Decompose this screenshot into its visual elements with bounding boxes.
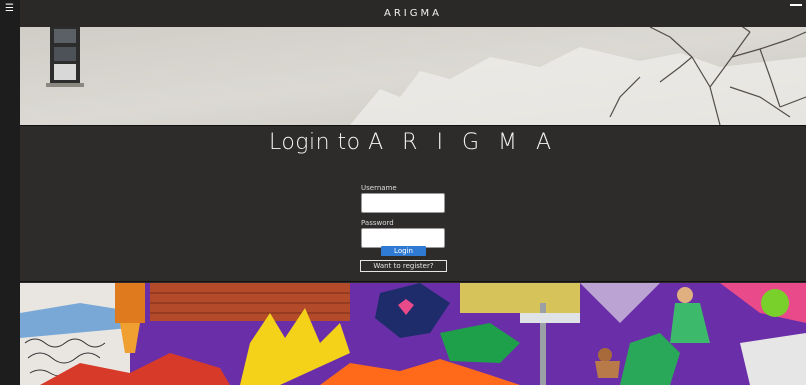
main-content: ARIGMA Login to A R I G M A Username Pas… <box>20 0 806 385</box>
minimize-icon[interactable] <box>790 4 802 7</box>
login-form: Username Password Login Want to register… <box>360 183 449 272</box>
password-input[interactable] <box>361 228 445 248</box>
username-input[interactable] <box>361 193 445 213</box>
hamburger-icon[interactable]: ☰ <box>5 4 15 14</box>
login-heading-brand: A R I G M A <box>368 130 558 155</box>
hero-wall-illustration <box>20 27 806 125</box>
login-heading-prefix: Login to <box>268 130 361 155</box>
register-button[interactable]: Want to register? <box>360 260 447 272</box>
login-heading: Login to A R I G M A <box>20 130 806 155</box>
brand-title: ARIGMA <box>384 8 442 19</box>
hero-image <box>20 27 806 125</box>
mural-image <box>20 283 806 385</box>
login-button[interactable]: Login <box>381 246 426 256</box>
left-rail: ☰ <box>0 0 20 385</box>
graffiti-mural-illustration <box>20 283 806 385</box>
username-label: Username <box>361 184 397 192</box>
password-label: Password <box>361 219 394 227</box>
top-bar: ARIGMA <box>20 0 806 27</box>
